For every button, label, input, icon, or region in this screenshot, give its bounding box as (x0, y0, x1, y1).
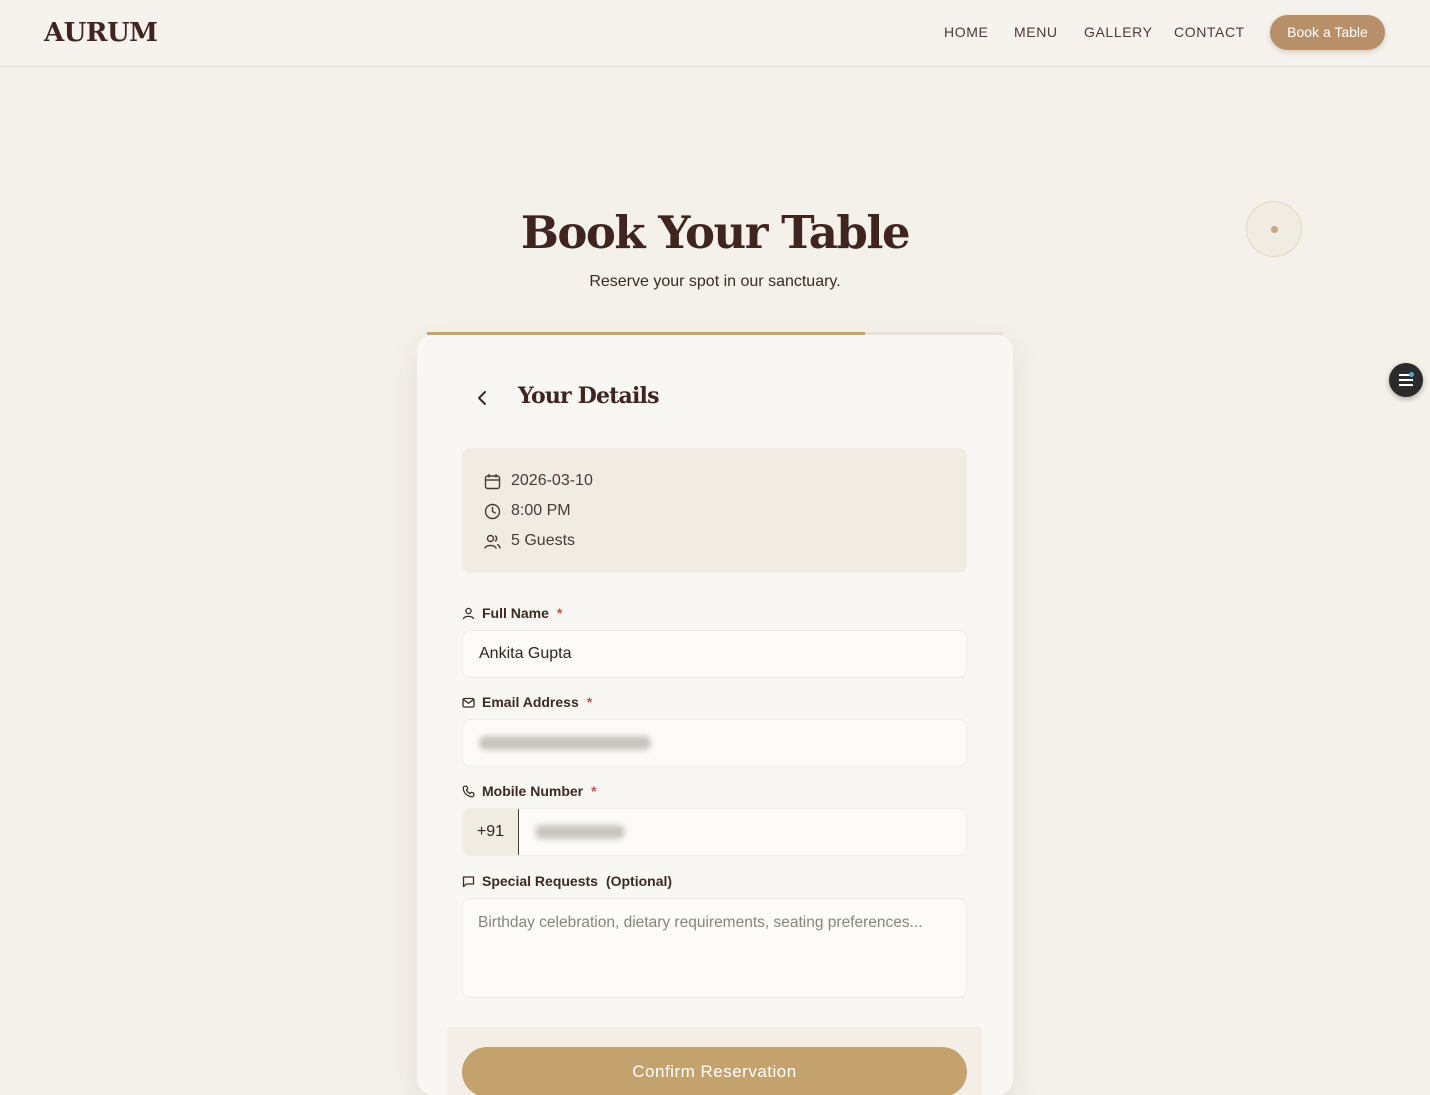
summary-date-value: 2026-03-10 (511, 472, 593, 489)
full-name-input[interactable]: Ankita Gupta (462, 630, 967, 678)
user-icon (462, 607, 475, 619)
page-title: Book Your Table (520, 206, 911, 259)
full-name-value: Ankita Gupta (479, 645, 572, 662)
decorative-circle (1246, 201, 1302, 257)
nav-item-home[interactable]: HOME (944, 24, 988, 40)
redacted-mobile (535, 825, 625, 839)
email-label: Email Address * (462, 693, 592, 711)
mail-icon (462, 697, 475, 708)
required-mark: * (591, 783, 597, 799)
notification-dot (1409, 372, 1414, 377)
special-requests-label: Special Requests (Optional) (462, 872, 672, 890)
booking-summary: 2026-03-10 8:00 PM 5 Guests (462, 448, 967, 573)
special-requests-placeholder: Birthday celebration, dietary requiremen… (478, 914, 923, 931)
email-label-text: Email Address (482, 694, 579, 710)
clock-icon (484, 503, 501, 519)
top-navbar: AURUM HOME MENU GALLERY CONTACT Book a T… (0, 0, 1430, 67)
message-square-icon (462, 875, 475, 887)
summary-guests-value: 5 Guests (511, 532, 576, 549)
full-name-label: Full Name * (462, 604, 562, 622)
optional-tag: (Optional) (605, 873, 673, 889)
nav-item-gallery[interactable]: GALLERY (1084, 24, 1153, 40)
phone-icon (462, 785, 475, 797)
calendar-icon (484, 473, 501, 489)
email-field[interactable] (462, 719, 967, 767)
decorative-dot (1271, 226, 1278, 233)
step-title: Your Details (518, 383, 660, 409)
full-name-label-text: Full Name (482, 605, 549, 621)
summary-date: 2026-03-10 (484, 471, 593, 491)
confirm-reservation-button[interactable]: Confirm Reservation (462, 1047, 967, 1095)
nav-item-contact[interactable]: CONTACT (1174, 24, 1245, 40)
summary-guests: 5 Guests (484, 531, 575, 551)
users-icon (484, 534, 501, 549)
chevron-left-icon (478, 391, 486, 405)
booking-card: Your Details 2026-03-10 8:00 PM 5 Guests… (417, 335, 1013, 1095)
mobile-label-text: Mobile Number (482, 783, 584, 799)
nav-item-menu[interactable]: MENU (1014, 24, 1058, 40)
mobile-label: Mobile Number * (462, 782, 597, 800)
summary-time-value: 8:00 PM (511, 502, 571, 519)
mobile-field[interactable]: +91 (462, 808, 967, 856)
special-requests-textarea[interactable]: Birthday celebration, dietary requiremen… (462, 898, 967, 998)
required-mark: * (586, 694, 593, 710)
summary-time: 8:00 PM (484, 501, 571, 521)
required-mark: * (556, 605, 563, 621)
country-code-prefix: +91 (463, 809, 519, 855)
redacted-email (479, 736, 651, 750)
back-button[interactable] (473, 387, 493, 409)
floating-menu-button[interactable] (1389, 363, 1423, 397)
special-requests-label-text: Special Requests (482, 873, 598, 889)
book-a-table-button[interactable]: Book a Table (1270, 15, 1385, 50)
brand-logo[interactable]: AURUM (44, 18, 158, 48)
page-subtitle: Reserve your spot in our sanctuary. (589, 273, 841, 290)
